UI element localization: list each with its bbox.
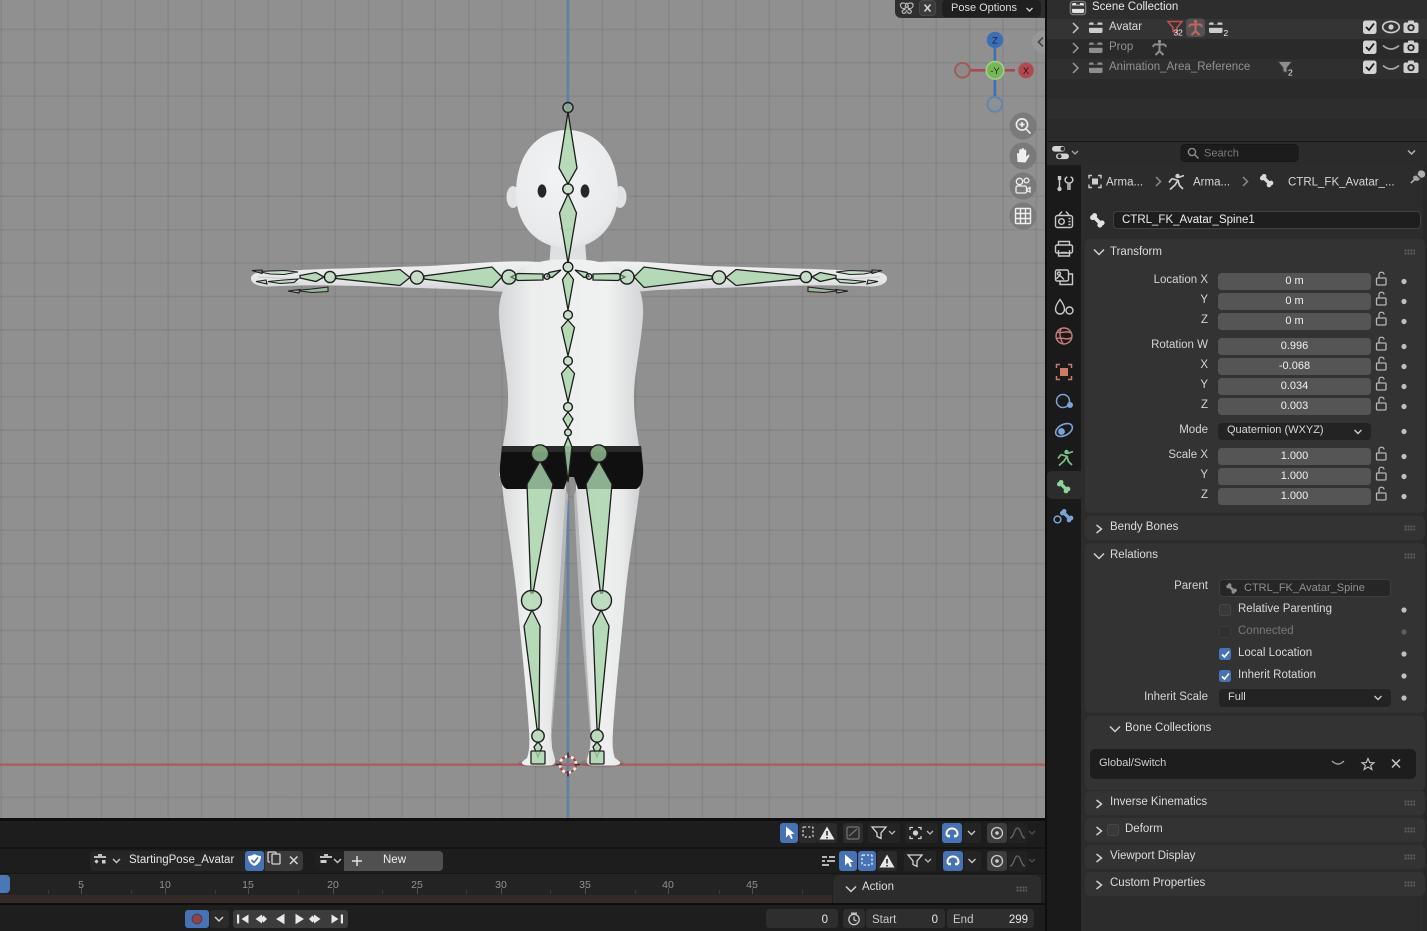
svg-text:Arma...: Arma...: [1106, 177, 1143, 189]
svg-text:Start: Start: [872, 914, 897, 926]
svg-text:0: 0: [822, 914, 828, 926]
svg-text:-Y: -Y: [990, 66, 1000, 77]
svg-text:3: 3: [1174, 28, 1179, 38]
svg-text:Z: Z: [992, 36, 998, 47]
svg-text:299: 299: [1009, 914, 1028, 926]
svg-text:CTRL_FK_Avatar_...: CTRL_FK_Avatar_...: [1288, 177, 1395, 189]
svg-text:End: End: [953, 914, 973, 926]
svg-text:2: 2: [1224, 28, 1229, 38]
svg-text:X: X: [1023, 66, 1030, 77]
svg-text:2: 2: [1178, 28, 1183, 38]
svg-text:0: 0: [932, 914, 938, 926]
svg-text:Search: Search: [1204, 148, 1239, 160]
svg-text:2: 2: [1288, 68, 1293, 78]
svg-text:Arma...: Arma...: [1193, 177, 1230, 189]
